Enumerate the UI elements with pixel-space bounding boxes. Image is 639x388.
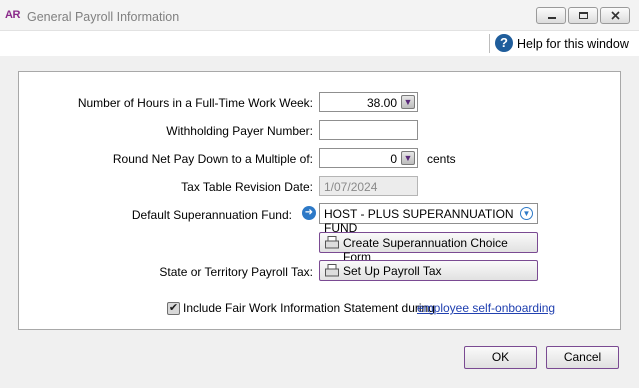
window-title: General Payroll Information bbox=[27, 10, 180, 24]
hours-field[interactable]: 38.00 ▼ bbox=[319, 92, 418, 112]
round-value: 0 bbox=[390, 152, 397, 166]
help-divider bbox=[489, 34, 490, 53]
chevron-down-icon[interactable]: ▼ bbox=[401, 95, 415, 109]
help-bar: ? Help for this window bbox=[0, 30, 639, 56]
round-unit: cents bbox=[427, 152, 456, 166]
set-up-payroll-tax-button[interactable]: Set Up Payroll Tax bbox=[319, 260, 538, 281]
fair-work-checkbox[interactable]: ✔ bbox=[167, 302, 180, 315]
hours-label: Number of Hours in a Full-Time Work Week… bbox=[77, 96, 313, 110]
round-field[interactable]: 0 ▼ bbox=[319, 148, 418, 168]
close-button[interactable] bbox=[600, 7, 630, 24]
minimize-button[interactable] bbox=[536, 7, 566, 24]
cancel-button[interactable]: Cancel bbox=[546, 346, 619, 369]
minimize-icon bbox=[548, 17, 556, 19]
withholding-label: Withholding Payer Number: bbox=[166, 124, 313, 138]
close-icon bbox=[611, 11, 620, 20]
super-fund-field[interactable]: HOST - PLUS SUPERANNUATION FUND ▼ bbox=[319, 203, 538, 235]
tax-table-value: 1/07/2024 bbox=[324, 180, 378, 194]
help-link[interactable]: Help for this window bbox=[517, 37, 629, 51]
tax-table-label: Tax Table Revision Date: bbox=[181, 180, 313, 194]
arrow-right-icon[interactable]: ➜ bbox=[302, 206, 316, 220]
set-up-payroll-tax-label: Set Up Payroll Tax bbox=[343, 264, 442, 278]
chevron-down-icon[interactable]: ▼ bbox=[520, 207, 533, 220]
super-fund-value: HOST - PLUS SUPERANNUATION FUND bbox=[324, 207, 514, 235]
form-icon bbox=[325, 264, 339, 277]
help-icon[interactable]: ? bbox=[495, 34, 513, 52]
round-label: Round Net Pay Down to a Multiple of: bbox=[112, 152, 313, 166]
restore-button[interactable] bbox=[568, 7, 598, 24]
title-bar: AR General Payroll Information bbox=[0, 0, 639, 32]
chevron-down-icon[interactable]: ▼ bbox=[401, 151, 415, 165]
restore-icon bbox=[579, 12, 588, 19]
employee-self-onboarding-link[interactable]: employee self-onboarding bbox=[417, 301, 555, 315]
fair-work-label: Include Fair Work Information Statement … bbox=[183, 301, 435, 315]
ok-button[interactable]: OK bbox=[464, 346, 537, 369]
create-super-choice-button[interactable]: Create Superannuation Choice Form bbox=[319, 232, 538, 264]
app-logo: AR bbox=[5, 9, 20, 21]
tax-table-field: 1/07/2024 bbox=[319, 176, 418, 196]
withholding-field[interactable] bbox=[319, 120, 418, 140]
form-icon bbox=[325, 236, 339, 249]
super-fund-label: Default Superannuation Fund: bbox=[131, 208, 292, 222]
hours-value: 38.00 bbox=[366, 96, 397, 110]
payroll-tax-label: State or Territory Payroll Tax: bbox=[159, 265, 313, 279]
